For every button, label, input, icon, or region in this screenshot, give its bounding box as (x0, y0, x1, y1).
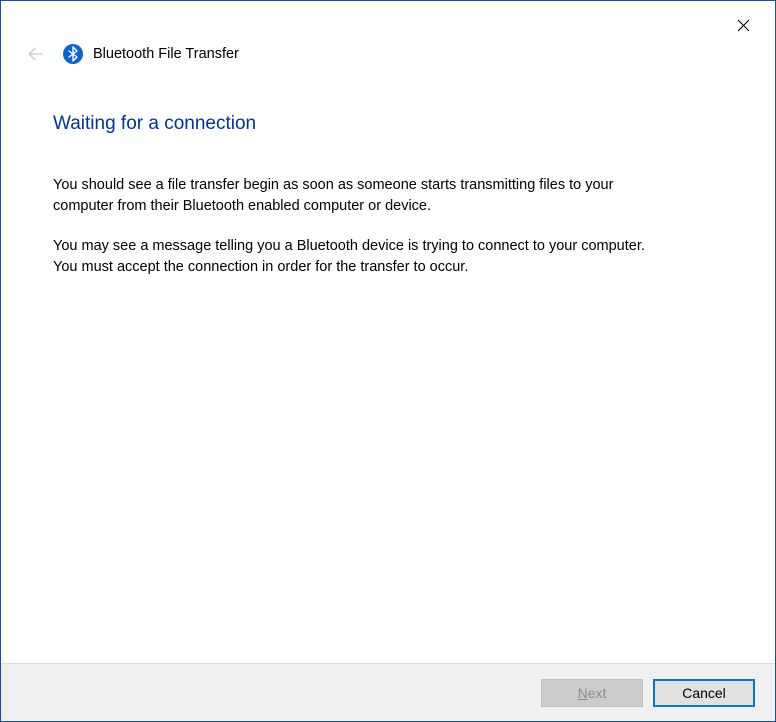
bluetooth-icon (63, 44, 83, 64)
page-heading: Waiting for a connection (53, 113, 723, 135)
button-bar: Next Cancel (1, 663, 775, 721)
titlebar (1, 1, 775, 39)
close-button[interactable] (729, 11, 757, 39)
close-icon (737, 19, 750, 32)
instruction-paragraph-2: You may see a message telling you a Blue… (53, 236, 673, 277)
back-arrow-icon (25, 44, 45, 64)
back-button (23, 42, 47, 66)
wizard-title: Bluetooth File Transfer (93, 46, 239, 62)
instruction-paragraph-1: You should see a file transfer begin as … (53, 175, 673, 216)
wizard-header: Bluetooth File Transfer (1, 39, 775, 69)
cancel-button[interactable]: Cancel (653, 679, 755, 707)
content-area: Waiting for a connection You should see … (1, 69, 775, 277)
next-button: Next (541, 679, 643, 707)
